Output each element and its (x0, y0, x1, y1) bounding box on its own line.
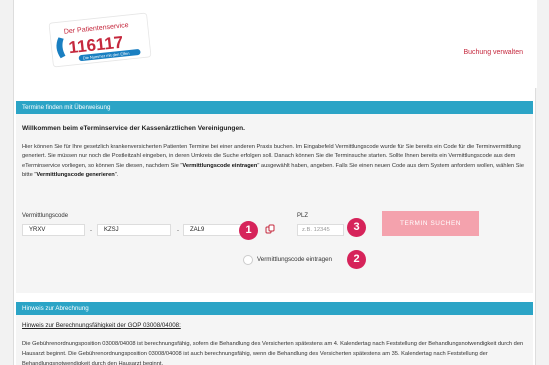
code-field-2[interactable]: KZSJ (97, 224, 171, 236)
plz-label: PLZ (297, 213, 309, 219)
code-separator: - (90, 228, 92, 234)
manage-booking-link[interactable]: Buchung verwalten (463, 49, 523, 56)
billing-text: Die Gebührenordnungsposition 03008/04008… (22, 341, 524, 365)
step-badge-3: 3 (347, 218, 366, 237)
patientenservice-logo[interactable]: Der Patientenservice 116117 Die Nummer m… (47, 10, 153, 70)
intro-bold-generate-code: Vermittlungscode generieren (36, 171, 115, 178)
page-header: Der Patientenservice 116117 Die Nummer m… (14, 0, 537, 88)
copy-code-icon[interactable] (265, 224, 275, 234)
code-separator: - (177, 228, 179, 234)
intro-text-part3: ". (114, 171, 119, 178)
referral-panel: Termine finden mit Überweisung Willkomme… (16, 101, 533, 293)
plz-input[interactable]: z.B. 12345 (297, 224, 344, 236)
billing-panel: Hinweis zur Abrechnung Hinweis zur Berec… (16, 302, 533, 365)
welcome-heading: Willkommen beim eTerminservice der Kasse… (22, 125, 245, 132)
billing-panel-title: Hinweis zur Abrechnung (16, 302, 533, 315)
enter-code-radio[interactable] (243, 255, 253, 265)
code-field-1[interactable]: YRXV (22, 224, 85, 236)
intro-bold-enter-code: Vermittlungscode eintragen (182, 162, 258, 169)
code-field-3[interactable]: ZAL9 (183, 224, 247, 236)
enter-code-radio-label[interactable]: Vermittlungscode eintragen (257, 256, 332, 263)
referral-panel-title: Termine finden mit Überweisung (16, 101, 533, 114)
code-label: Vermittlungscode (22, 213, 69, 219)
billing-heading: Hinweis zur Berechnungsfähigkeit der GOP… (22, 322, 181, 329)
intro-text: Hier können Sie für Ihre gesetzlich kran… (22, 143, 528, 180)
page-frame: Der Patientenservice 116117 Die Nummer m… (13, 0, 537, 365)
search-appointment-button[interactable]: TERMIN SUCHEN (382, 211, 479, 236)
step-badge-1: 1 (239, 221, 258, 240)
step-badge-2: 2 (347, 250, 366, 269)
